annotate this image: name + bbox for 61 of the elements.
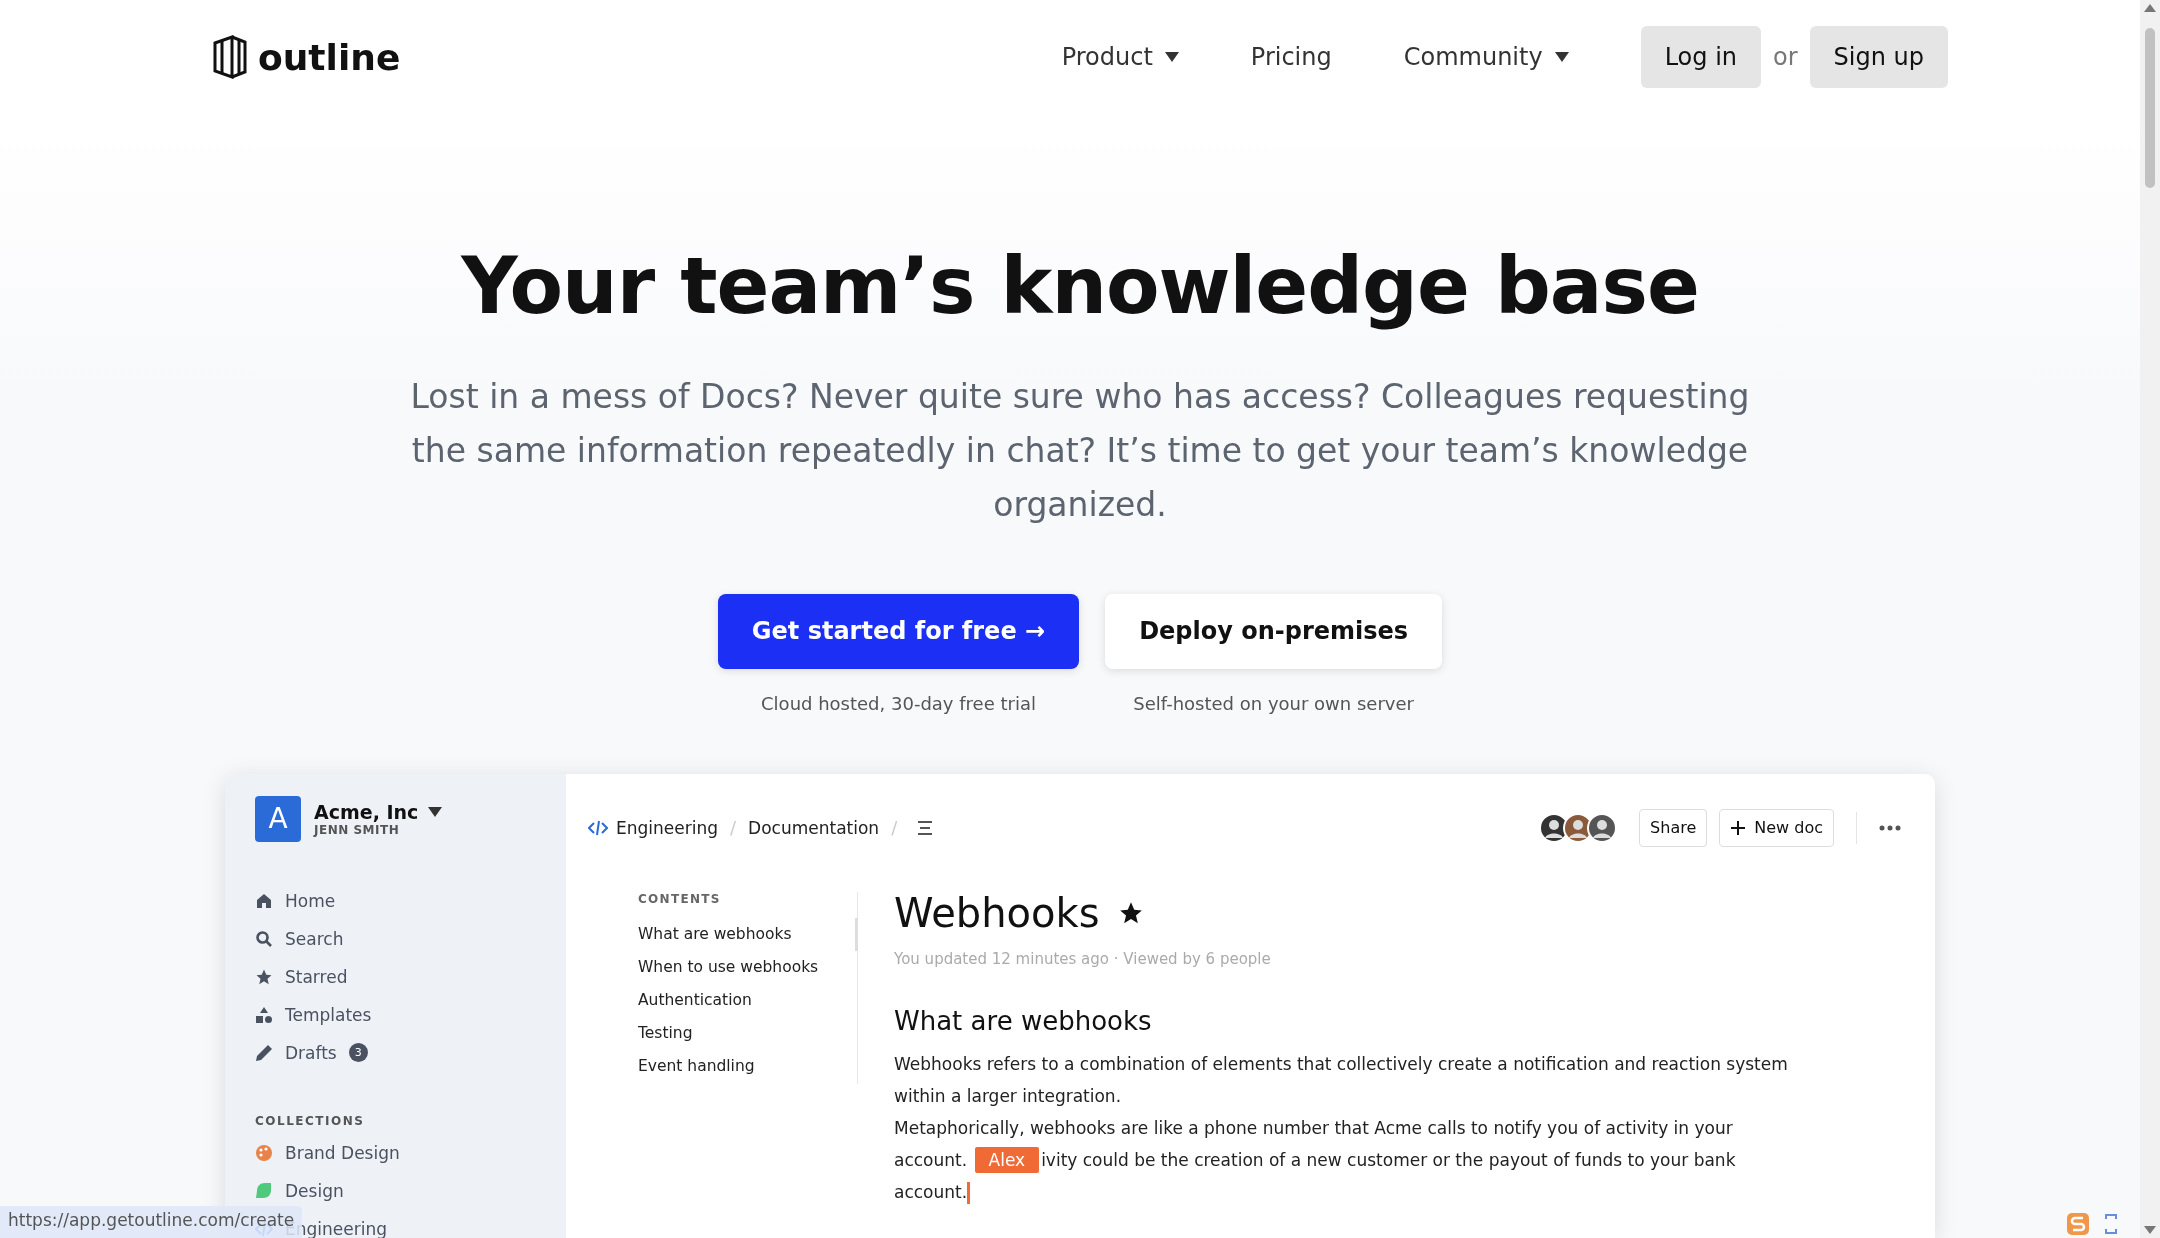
logo-text: outline (258, 36, 401, 78)
sidebar-item[interactable]: Home (255, 881, 536, 920)
caret-icon (428, 806, 443, 817)
shapes-icon (255, 1005, 273, 1024)
sidebar-item[interactable]: Search (255, 919, 536, 958)
nav-link[interactable]: Community (1403, 43, 1569, 71)
menu-icon[interactable] (917, 820, 934, 835)
paragraph: Metaphorically, webhooks are like a phone number that Acme calls to notify you of activity in your account. Alex ivity could be the creation of a new customer or the payout of funds to your bank account. (894, 1116, 1737, 1206)
button-caption: Self-hosted on your own server (1133, 692, 1414, 714)
team-logo: A (255, 795, 301, 842)
team-name[interactable]: Acme, Inc (314, 800, 443, 823)
text-cursor (967, 1181, 971, 1204)
paragraph: Webhooks refers to a combination of elements that collectively create a notification and reaction system within a larger integration. (894, 1052, 1789, 1108)
scroll-thumb[interactable] (2145, 28, 2155, 188)
deploy-button[interactable]: Deploy on-premises (1105, 593, 1443, 669)
button-caption: Cloud hosted, 30-day free trial (761, 692, 1036, 714)
hero-title: Your team’s knowledge base (461, 240, 1699, 333)
breadcrumb-link[interactable]: Engineering (588, 817, 718, 838)
document-title: Webhooks (894, 889, 1100, 936)
scroll-up-icon[interactable] (2144, 4, 2156, 12)
cursor-label: Alex (974, 1146, 1040, 1173)
code-icon (588, 818, 608, 837)
pencil-icon (255, 1043, 273, 1062)
section-heading: What are webhooks (894, 1005, 1153, 1036)
contents-link[interactable]: Authentication (638, 983, 858, 1017)
contents-link[interactable]: When to use webhooks (638, 950, 858, 984)
count-badge: 3 (348, 1043, 368, 1063)
user-name: JENN SMITH (314, 822, 401, 837)
signup-button[interactable]: Sign up (1809, 26, 1948, 88)
or-text: or (1773, 43, 1798, 71)
breadcrumb-link[interactable]: Documentation (748, 817, 880, 838)
contents-link[interactable]: Testing (638, 1016, 858, 1050)
document-meta: You updated 12 minutes ago · Viewed by 6 people (894, 949, 1272, 968)
scroll-down-icon[interactable] (2144, 1226, 2156, 1234)
section-heading: COLLECTIONS (255, 1113, 366, 1128)
contents-heading: CONTENTS (638, 891, 722, 906)
collection-item[interactable]: Design (255, 1171, 536, 1210)
new-doc-button[interactable]: New doc (1719, 808, 1834, 847)
contents-link[interactable]: Event handling (638, 1049, 858, 1083)
logo-icon (212, 35, 248, 79)
contents-link[interactable]: What are webhooks (638, 917, 858, 951)
home-icon (255, 891, 273, 910)
breadcrumb-separator: / (891, 817, 898, 839)
plus-icon (1730, 819, 1747, 836)
sidebar-item[interactable]: Drafts 3 (255, 1033, 536, 1072)
s-logo-icon (2066, 1212, 2090, 1236)
search-icon (255, 929, 273, 948)
share-button[interactable]: Share (1639, 808, 1708, 847)
nav-link[interactable]: Pricing (1250, 43, 1332, 71)
sidebar-item[interactable]: Templates (255, 995, 536, 1034)
hero-subtitle: Lost in a mess of Docs? Never quite sure who has access? Colleagues requesting the same information repeatedly in chat? It’s time to get your team’s knowledge organized. (409, 375, 1751, 526)
get-started-button[interactable]: Get started for free → (717, 593, 1080, 669)
expand-icon[interactable] (2104, 1213, 2118, 1235)
more-icon[interactable] (1879, 824, 1901, 831)
breadcrumb-separator: / (730, 817, 737, 839)
nav-link[interactable]: Product (1061, 43, 1179, 71)
collection-item[interactable]: Brand Design (255, 1133, 536, 1172)
login-button[interactable]: Log in (1640, 26, 1761, 88)
sidebar-item[interactable]: Starred (255, 957, 536, 996)
scrollbar[interactable] (2140, 0, 2160, 1238)
avatar-icon (1587, 812, 1618, 843)
